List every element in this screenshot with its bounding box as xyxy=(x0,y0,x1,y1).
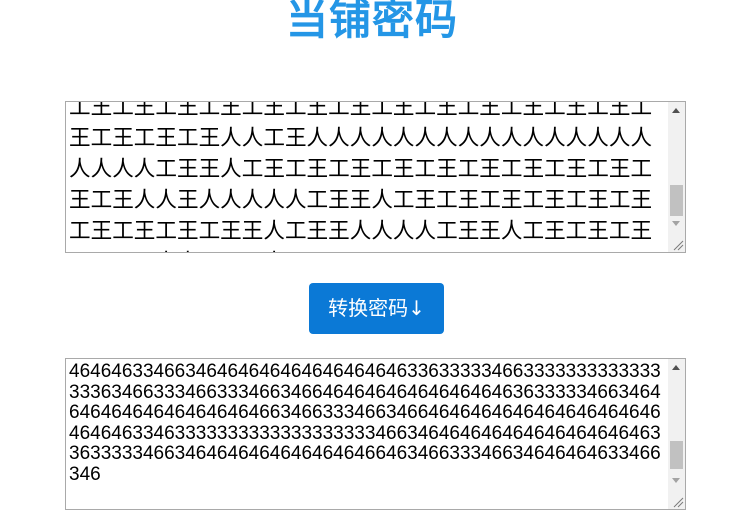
output-scrollbar[interactable] xyxy=(668,359,685,492)
scroll-down-arrow-icon[interactable] xyxy=(672,221,680,226)
cipher-input-textarea[interactable]: 工王工王工王工王工王工王工王工王工王工王工王工王工王工王工王工王工王人人工王人人… xyxy=(65,101,686,253)
page-title: 当铺密码 xyxy=(285,0,458,44)
scroll-up-arrow-icon[interactable] xyxy=(672,365,680,370)
result-output-text: 4646463346634646464646464646464633633333… xyxy=(69,361,661,485)
result-output-textarea[interactable]: 4646463346634646464646464646464633633333… xyxy=(65,358,686,510)
convert-password-button[interactable]: 转换密码↓ xyxy=(309,283,444,334)
cipher-input-text: 工王工王工王工王工王工王工王工王工王工王工王工王工王工王工王工王工王人人工王人人… xyxy=(69,101,653,252)
scroll-down-arrow-icon[interactable] xyxy=(672,478,680,483)
input-scrollbar[interactable] xyxy=(668,102,685,235)
input-scrollbar-thumb[interactable] xyxy=(670,185,683,216)
resize-grip-icon[interactable] xyxy=(668,235,685,252)
scroll-up-arrow-icon[interactable] xyxy=(672,108,680,113)
resize-grip-icon[interactable] xyxy=(668,492,685,509)
output-scrollbar-thumb[interactable] xyxy=(670,441,683,469)
